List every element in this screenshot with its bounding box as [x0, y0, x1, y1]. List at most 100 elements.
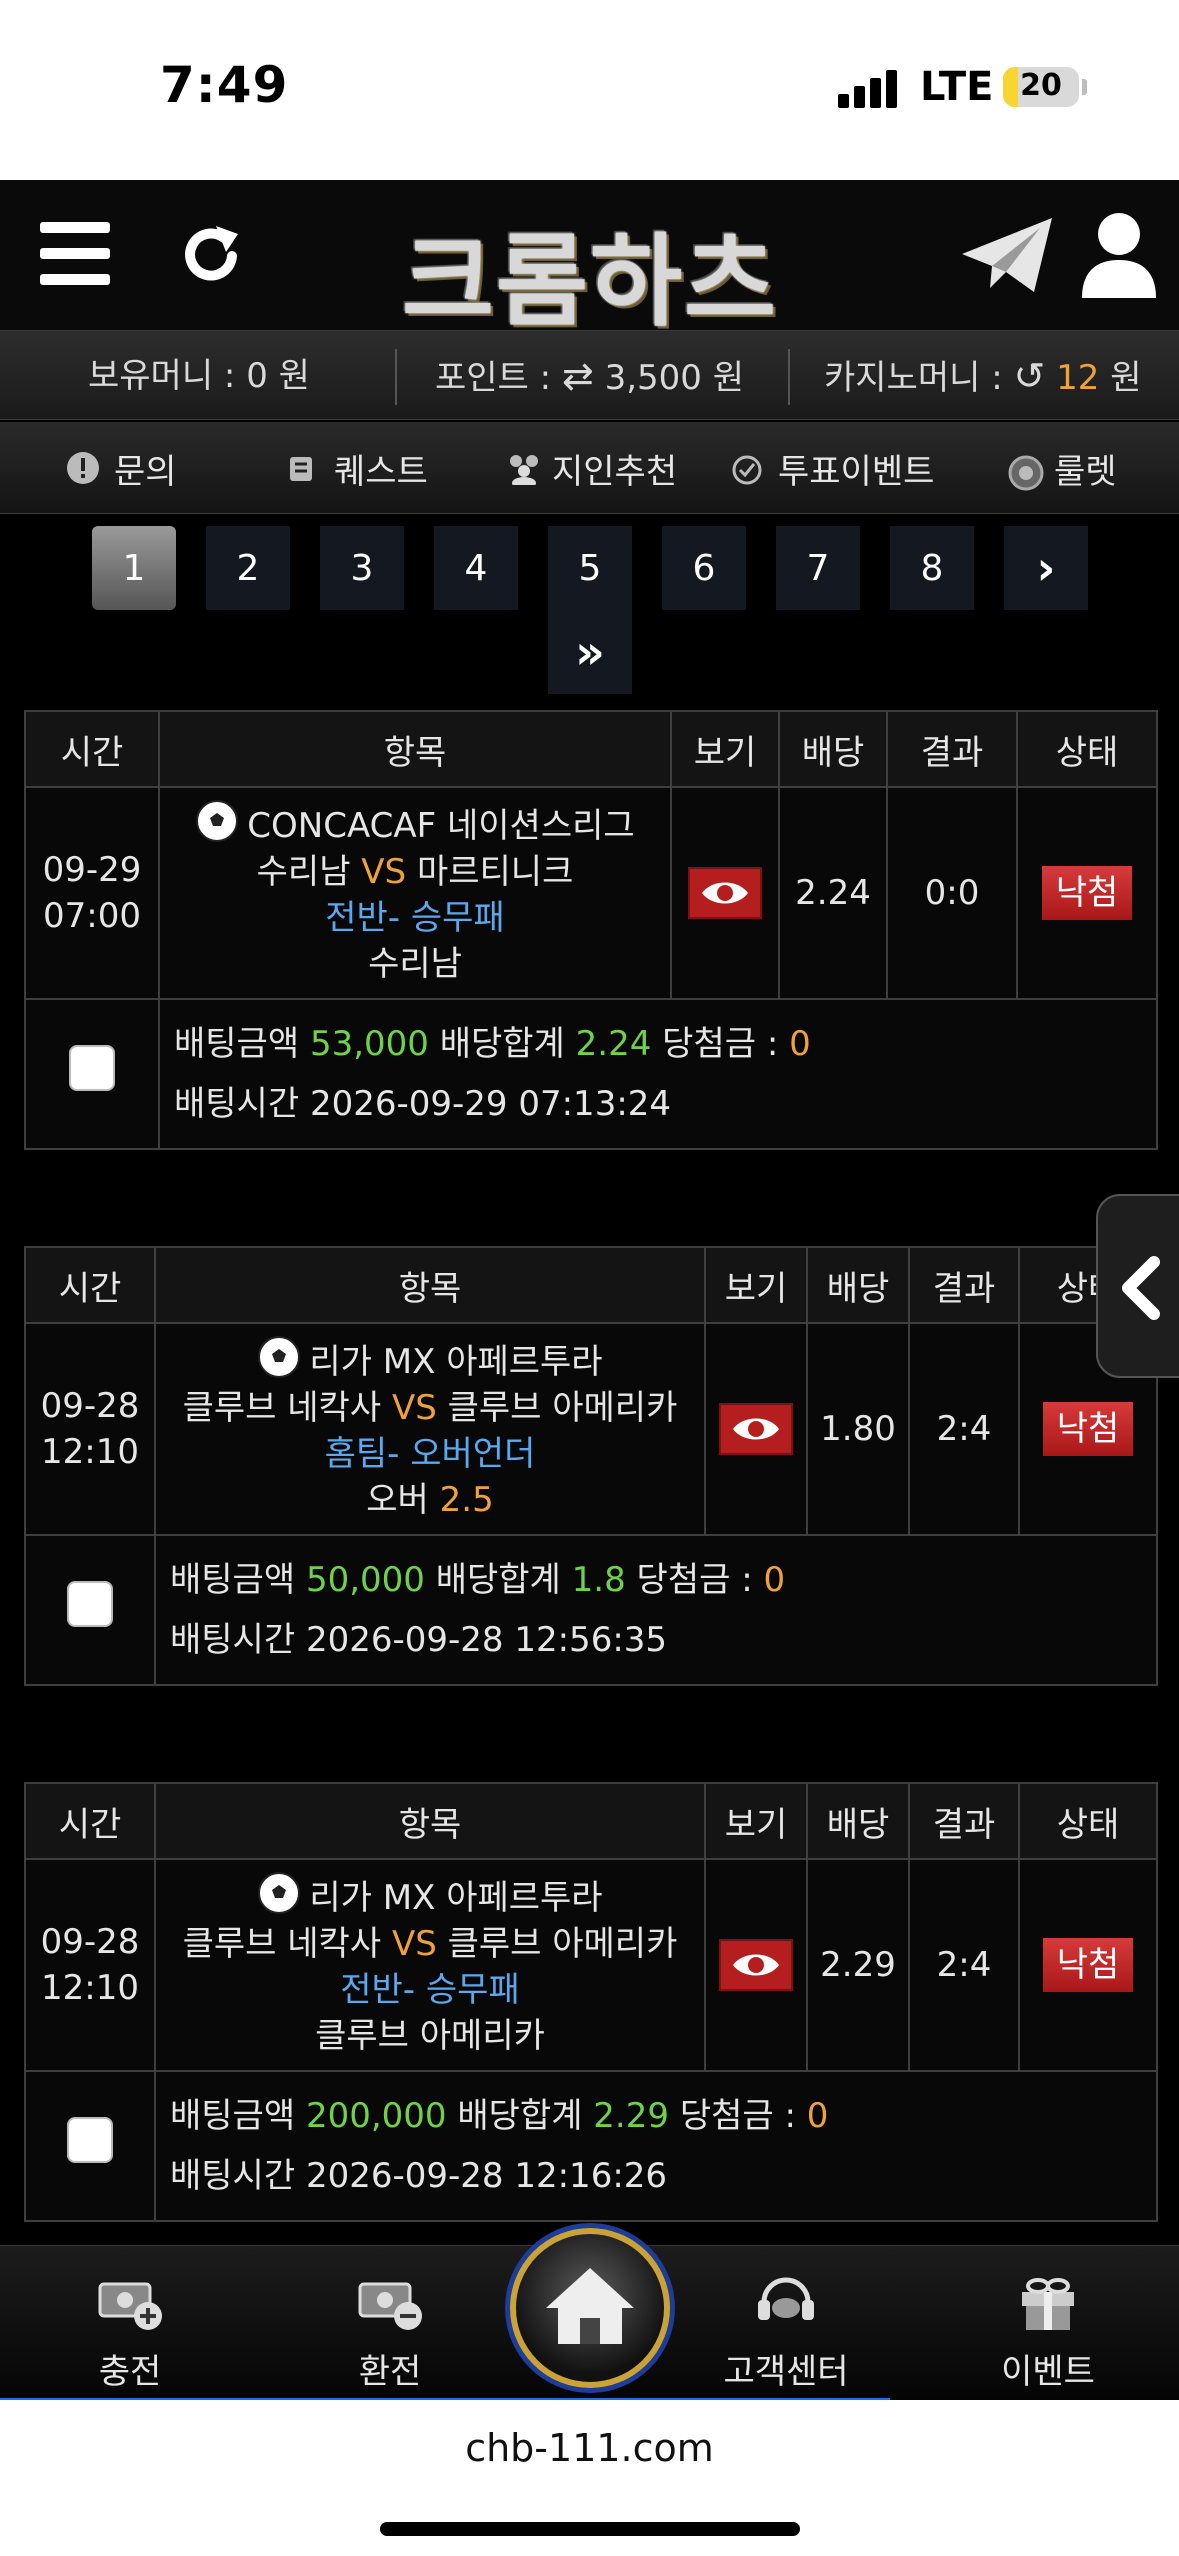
top-bar: 크롬하츠 — [0, 180, 1179, 340]
bet-checkbox[interactable] — [67, 2117, 113, 2163]
table-header: 시간 항목 보기 배당 결과 상태 — [24, 710, 1158, 788]
table-row-summary: 배팅금액 200,000 배당합계 2.29 당첨금 : 0 배팅시간 2026… — [24, 2070, 1158, 2222]
chevron-left-icon — [1122, 1256, 1160, 1320]
market-type: 전반- 승무패 — [325, 898, 505, 938]
header-result: 결과 — [886, 710, 1018, 788]
header-odds: 배당 — [778, 710, 888, 788]
url-field[interactable]: chb-111.com — [0, 2426, 1179, 2470]
total-odds: 2.24 — [575, 1024, 652, 1064]
bet-checkbox[interactable] — [69, 1045, 115, 1091]
browser-bar: chb-111.com — [0, 2400, 1179, 2556]
amount-label: 배팅금액 — [170, 1560, 296, 1600]
deposit-button[interactable]: 충전 — [30, 2246, 230, 2396]
eye-icon — [733, 1418, 779, 1440]
view-eye-button[interactable] — [688, 867, 762, 919]
view-eye-button[interactable] — [719, 1403, 793, 1455]
telegram-icon[interactable] — [960, 216, 1054, 296]
bet-amount: 50,000 — [305, 1560, 425, 1600]
bet-amount: 53,000 — [309, 1024, 429, 1064]
support-button[interactable]: 고객센터 — [686, 2246, 886, 2396]
header-odds: 배당 — [806, 1782, 910, 1860]
view-cell — [704, 1858, 808, 2072]
header-result: 결과 — [908, 1782, 1020, 1860]
match-info: 리가 MX 아페르투라 클루브 네칵사 VS 클루브 아메리카 전반- 승무패 … — [154, 1858, 706, 2072]
total-odds: 1.8 — [571, 1560, 626, 1600]
pick-value: 2.5 — [439, 1480, 494, 1520]
page-5[interactable]: 5 — [548, 526, 632, 610]
page-6[interactable]: 6 — [662, 526, 746, 610]
match-time: 09-29 07:00 — [24, 786, 160, 1000]
bet-details: 배팅금액 53,000 배당합계 2.24 당첨금 : 0 배팅시간 2026-… — [158, 998, 1158, 1150]
header-status: 상태 — [1018, 1782, 1158, 1860]
page-1[interactable]: 1 — [92, 526, 176, 610]
deposit-icon — [96, 2270, 164, 2332]
soccer-ball-icon — [257, 1871, 301, 1915]
view-cell — [704, 1322, 808, 1536]
home-team: 클루브 네칵사 — [182, 1924, 382, 1964]
result-value: 2:4 — [908, 1858, 1020, 2072]
withdraw-icon — [356, 2270, 424, 2332]
side-drawer-toggle[interactable] — [1096, 1194, 1179, 1378]
header-time: 시간 — [24, 1782, 156, 1860]
support-label: 고객센터 — [723, 2352, 849, 2392]
page-4[interactable]: 4 — [434, 526, 518, 610]
nav-vote-event[interactable]: 투표이벤트 — [730, 422, 934, 514]
bet-pick: 클루브 아메리카 — [315, 2016, 545, 2056]
home-button[interactable] — [510, 2228, 670, 2388]
nav-quest[interactable]: 퀘스트 — [286, 422, 428, 514]
signal-icon — [838, 68, 898, 108]
status-badge: 낙첨 — [1042, 1402, 1134, 1456]
win-label: 당첨금 : — [679, 2096, 796, 2136]
next-page-button[interactable]: › — [1004, 526, 1088, 610]
casino-label: 카지노머니 : — [824, 358, 1003, 398]
header-view: 보기 — [704, 1246, 808, 1324]
nav-label: 룰렛 — [1054, 451, 1117, 492]
header-view: 보기 — [704, 1782, 808, 1860]
time-label: 배팅시간 — [170, 1620, 296, 1660]
point-balance[interactable]: 포인트 : ⇄ 3,500 원 — [435, 331, 744, 421]
refresh-icon[interactable] — [176, 220, 246, 290]
logo-text: 크롬하츠 — [402, 222, 778, 340]
league-name: 리가 MX 아페르투라 — [309, 1342, 603, 1382]
home-indicator — [380, 2522, 800, 2536]
withdraw-label: 환전 — [358, 2352, 422, 2392]
casino-balance[interactable]: 카지노머니 : ↺ 12 원 — [824, 331, 1142, 421]
gift-icon — [1014, 2270, 1082, 2332]
alert-icon — [66, 451, 100, 485]
header-item: 항목 — [154, 1782, 706, 1860]
page-2[interactable]: 2 — [206, 526, 290, 610]
last-page-button[interactable]: » — [548, 610, 632, 694]
battery-percent: 20 — [1020, 68, 1062, 103]
bet-checkbox[interactable] — [67, 1581, 113, 1627]
bet-card: 시간 항목 보기 배당 결과 상태 09-28 12:10 리가 MX 아페르투… — [24, 1782, 1158, 2222]
table-header: 시간 항목 보기 배당 결과 상태 — [24, 1782, 1158, 1860]
nav-referral[interactable]: 지인추천 — [504, 422, 677, 514]
odds-value: 1.80 — [806, 1322, 910, 1536]
quick-nav: 문의 퀘스트 지인추천 투표이벤트 룰렛 — [0, 422, 1179, 514]
page-8[interactable]: 8 — [890, 526, 974, 610]
status-badge: 낙첨 — [1042, 1938, 1134, 1992]
match-clock: 12:10 — [41, 1432, 139, 1472]
page-7[interactable]: 7 — [776, 526, 860, 610]
user-icon[interactable] — [1080, 210, 1158, 300]
nav-inquiry[interactable]: 문의 — [66, 422, 177, 514]
win-amount: 0 — [763, 1560, 786, 1600]
market-type: 전반- 승무패 — [340, 1970, 520, 2010]
page-3[interactable]: 3 — [320, 526, 404, 610]
event-button[interactable]: 이벤트 — [948, 2246, 1148, 2396]
bet-details: 배팅금액 50,000 배당합계 1.8 당첨금 : 0 배팅시간 2026-0… — [154, 1534, 1158, 1686]
withdraw-button[interactable]: 환전 — [290, 2246, 490, 2396]
event-label: 이벤트 — [1001, 2352, 1095, 2392]
market-type: 홈팀- 오버언더 — [324, 1434, 536, 1474]
bet-pick: 오버 — [366, 1480, 429, 1520]
casino-value: 12 — [1056, 358, 1100, 398]
nav-roulette[interactable]: 룰렛 — [1006, 422, 1117, 514]
status-badge: 낙첨 — [1041, 866, 1133, 920]
menu-icon[interactable] — [40, 222, 110, 286]
win-label: 당첨금 : — [636, 1560, 753, 1600]
bet-table: 시간 항목 보기 배당 결과 상태 09-28 12:10 리가 MX 아페르투… — [24, 1246, 1158, 1686]
view-eye-button[interactable] — [719, 1939, 793, 1991]
money-balance: 보유머니 : 0 원 — [88, 356, 310, 396]
site-logo[interactable]: 크롬하츠 — [350, 186, 830, 340]
soccer-ball-icon — [257, 1335, 301, 1379]
